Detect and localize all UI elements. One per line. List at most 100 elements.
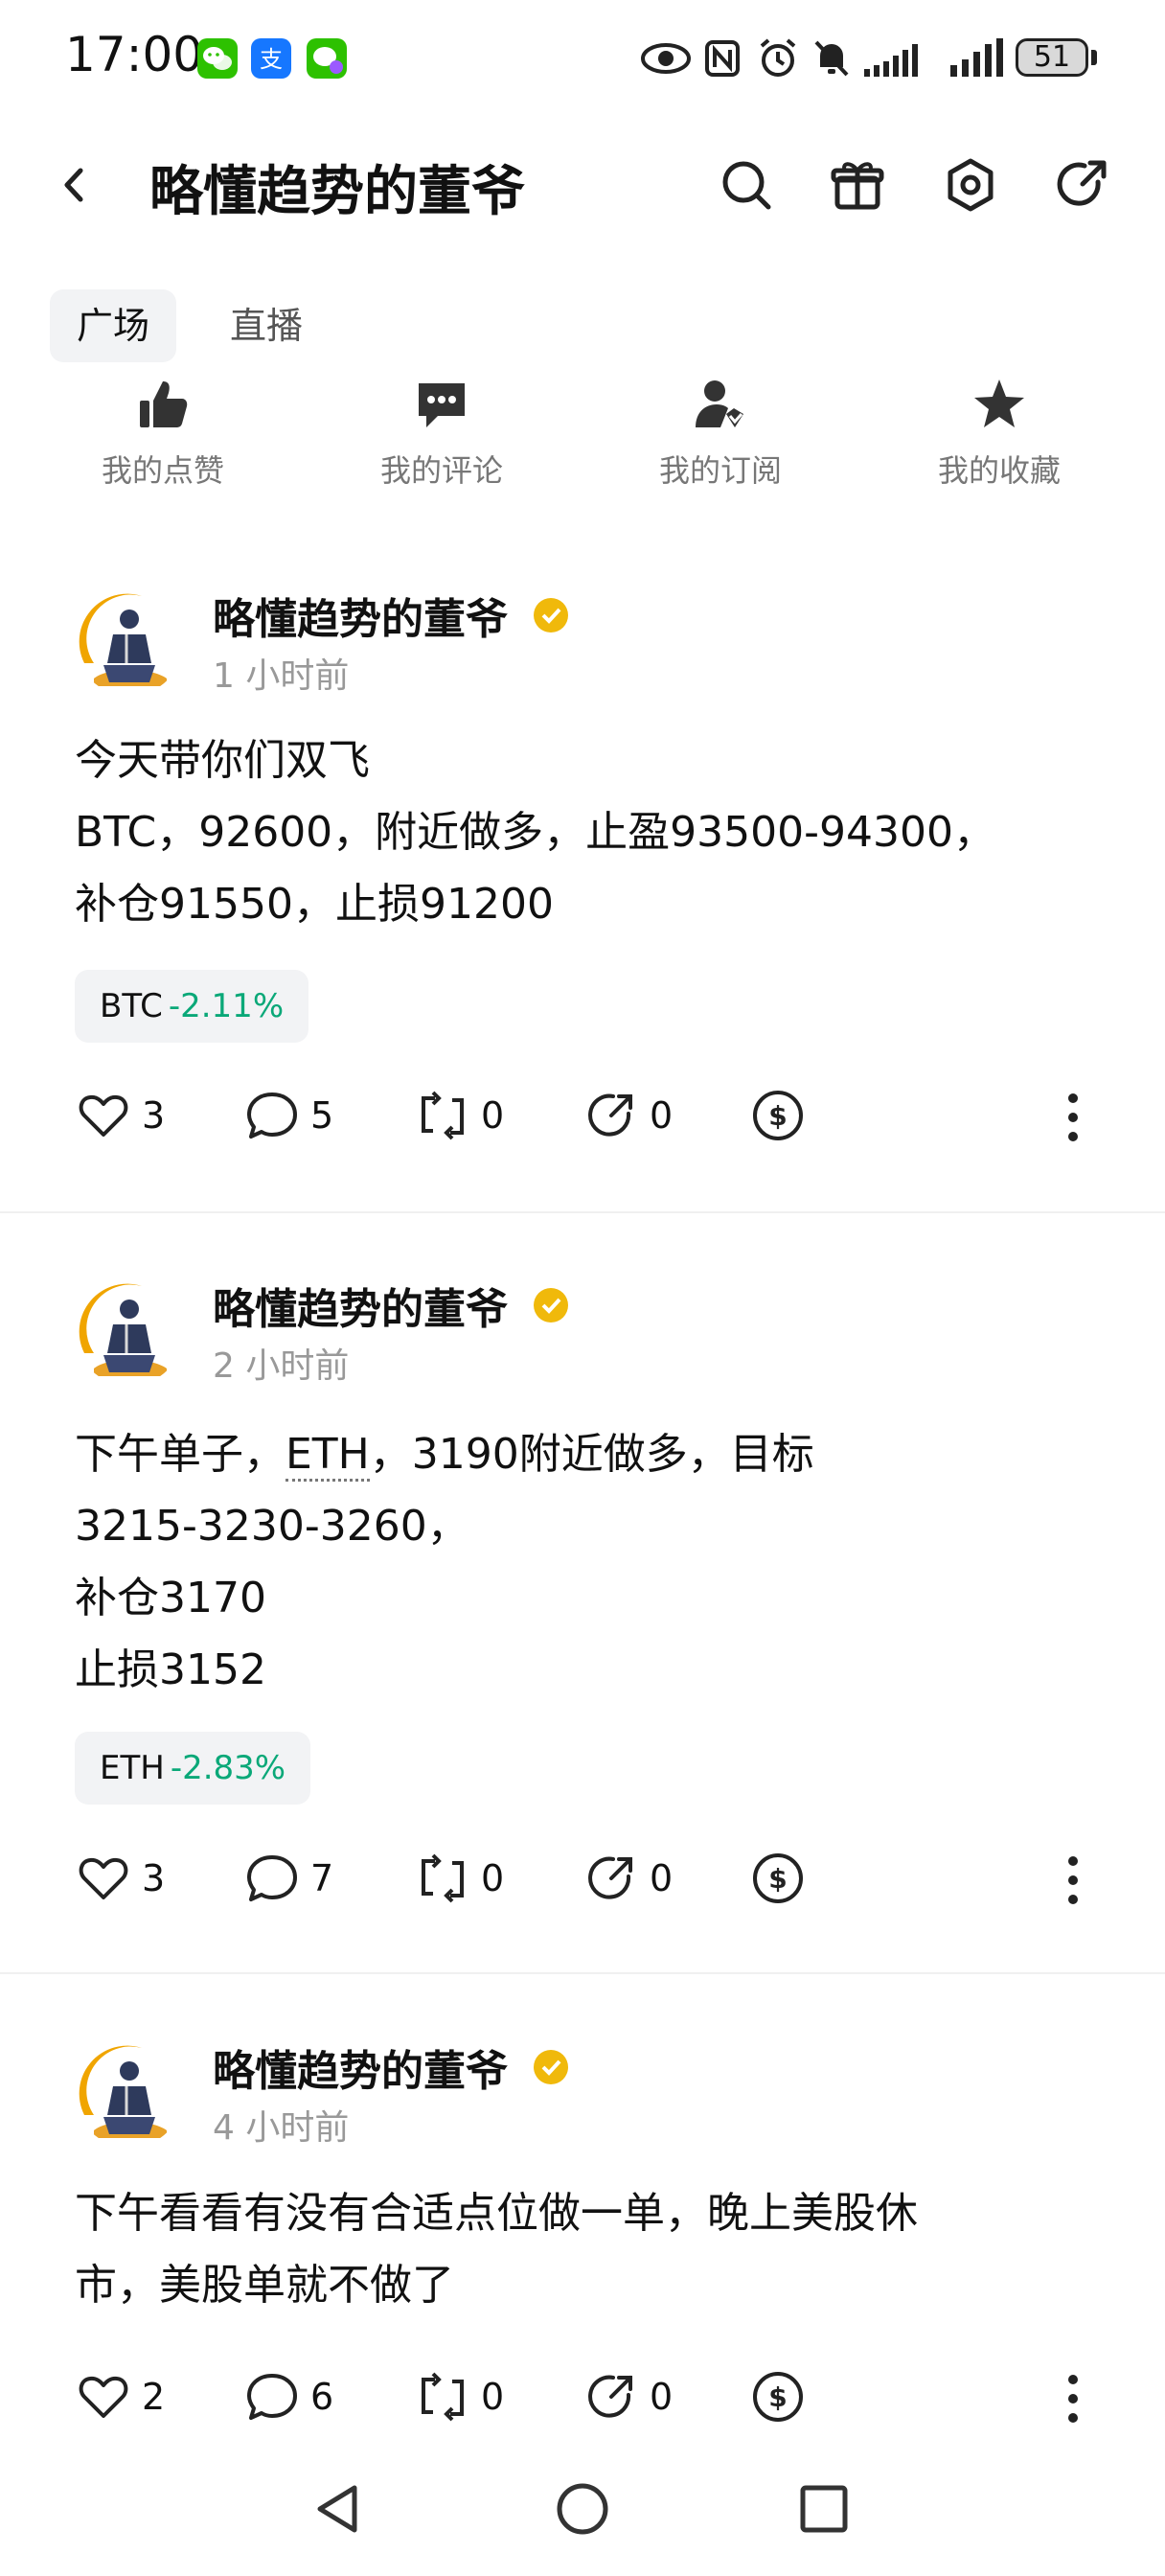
coin-change: -2.83%	[170, 1749, 286, 1787]
share-button[interactable]: 0	[584, 1089, 673, 1146]
comment-count: 5	[310, 1094, 334, 1137]
repost-icon	[422, 2372, 464, 2422]
more-options-icon[interactable]	[1054, 1089, 1092, 1146]
svg-text:$: $	[768, 1100, 787, 1132]
comment-icon	[419, 383, 465, 427]
gift-icon[interactable]	[826, 153, 889, 217]
verified-badge-icon	[532, 1286, 570, 1324]
coin-symbol: ETH	[100, 1749, 165, 1787]
author-name[interactable]: 略懂趋势的董爷	[213, 585, 508, 646]
wechat-icon	[197, 38, 238, 79]
like-count: 3	[142, 1094, 166, 1137]
coin-tag[interactable]: BTC -2.11%	[75, 970, 309, 1043]
tip-button[interactable]: $	[751, 1089, 805, 1146]
share-icon[interactable]	[1050, 153, 1113, 217]
repost-button[interactable]: 0	[416, 1089, 504, 1146]
repost-icon	[422, 1091, 464, 1140]
post-content[interactable]: 下午单子，ETH，3190附近做多，目标 3215-3230-3260， 补仓3…	[75, 1418, 1090, 1706]
chat-bubble-icon	[307, 38, 347, 79]
thumbs-up-icon	[140, 381, 188, 427]
avatar[interactable]	[75, 586, 184, 696]
like-button[interactable]: 3	[77, 1852, 165, 1909]
alarm-icon	[757, 36, 799, 80]
avatar[interactable]	[75, 1276, 184, 1386]
repost-count: 0	[481, 1094, 505, 1137]
more-options-icon[interactable]	[1054, 1852, 1092, 1909]
battery-indicator: 51	[1016, 38, 1088, 77]
dollar-icon: $	[753, 2372, 803, 2422]
share-count: 0	[650, 2376, 674, 2418]
dollar-icon: $	[753, 1853, 803, 1903]
verified-badge-icon	[532, 596, 570, 634]
heart-icon	[79, 1094, 128, 1137]
my-comments-label: 我的评论	[379, 452, 503, 489]
share-icon	[588, 1856, 632, 1899]
svg-text:$: $	[768, 1863, 787, 1895]
signal-icon	[862, 36, 929, 80]
nav-home-icon[interactable]	[552, 2478, 613, 2540]
avatar[interactable]	[75, 2038, 184, 2148]
author-name[interactable]: 略懂趋势的董爷	[213, 1275, 508, 1336]
page-title: 略懂趋势的董爷	[149, 161, 525, 223]
share-icon	[588, 1093, 632, 1137]
my-favorites-label: 我的收藏	[937, 452, 1061, 489]
like-count: 2	[142, 2376, 166, 2418]
post-content[interactable]: 下午看看有没有合适点位做一单，晚上美股休 市，美股单就不做了	[75, 2177, 1090, 2321]
eye-icon	[640, 36, 692, 80]
author-name[interactable]: 略懂趋势的董爷	[213, 2036, 508, 2098]
my-comments-button[interactable]: 我的评论	[346, 376, 537, 491]
post-text: 下午单子，	[75, 1430, 286, 1479]
comment-button[interactable]: 7	[245, 1852, 333, 1909]
share-button[interactable]: 0	[584, 2370, 673, 2427]
like-count: 3	[142, 1857, 166, 1899]
heart-icon	[79, 1857, 128, 1899]
mute-icon	[811, 36, 853, 80]
divider	[0, 1211, 1165, 1213]
comment-bubble-icon	[247, 2374, 297, 2420]
comment-count: 6	[310, 2376, 334, 2418]
post-time: 1 小时前	[213, 656, 350, 696]
tab-live[interactable]: 直播	[203, 289, 330, 362]
comment-bubble-icon	[247, 1855, 297, 1901]
nav-recents-icon[interactable]	[793, 2478, 855, 2540]
comment-button[interactable]: 6	[245, 2370, 333, 2427]
comment-bubble-icon	[247, 1092, 297, 1138]
share-button[interactable]: 0	[584, 1852, 673, 1909]
comment-button[interactable]: 5	[245, 1089, 333, 1146]
coin-tag[interactable]: ETH -2.83%	[75, 1732, 311, 1805]
status-bar: 17:00 支 51	[0, 0, 1165, 115]
post-content[interactable]: 今天带你们双飞 BTC，92600，附近做多，止盈93500-94300， 补仓…	[75, 724, 1090, 940]
svg-text:支: 支	[260, 46, 283, 73]
tab-square[interactable]: 广场	[50, 289, 177, 362]
more-options-icon[interactable]	[1054, 2370, 1092, 2427]
search-icon[interactable]	[715, 153, 778, 217]
my-favorites-button[interactable]: 我的收藏	[903, 376, 1095, 491]
tip-button[interactable]: $	[751, 2370, 805, 2427]
nav-back-icon[interactable]	[308, 2478, 370, 2540]
coin-symbol: BTC	[100, 987, 163, 1025]
dollar-icon: $	[753, 1091, 803, 1140]
repost-button[interactable]: 0	[416, 2370, 504, 2427]
my-subscriptions-label: 我的订阅	[658, 452, 782, 489]
back-button[interactable]	[44, 153, 107, 217]
post-time: 2 小时前	[213, 1346, 350, 1386]
my-likes-label: 我的点赞	[101, 452, 224, 489]
repost-button[interactable]: 0	[416, 1852, 504, 1909]
subscription-icon	[696, 380, 743, 427]
divider	[0, 1972, 1165, 1974]
tip-button[interactable]: $	[751, 1852, 805, 1909]
share-count: 0	[650, 1094, 674, 1137]
coin-change: -2.11%	[168, 987, 285, 1025]
repost-count: 0	[481, 2376, 505, 2418]
my-likes-button[interactable]: 我的点赞	[67, 376, 259, 491]
star-icon	[974, 380, 1024, 427]
coin-link[interactable]: ETH	[286, 1430, 370, 1482]
settings-icon[interactable]	[939, 153, 1002, 217]
like-button[interactable]: 2	[77, 2370, 165, 2427]
like-button[interactable]: 3	[77, 1089, 165, 1146]
svg-text:$: $	[768, 2381, 787, 2413]
nfc-icon	[703, 36, 742, 80]
my-subscriptions-button[interactable]: 我的订阅	[625, 376, 816, 491]
repost-count: 0	[481, 1857, 505, 1899]
alipay-icon: 支	[251, 38, 291, 79]
